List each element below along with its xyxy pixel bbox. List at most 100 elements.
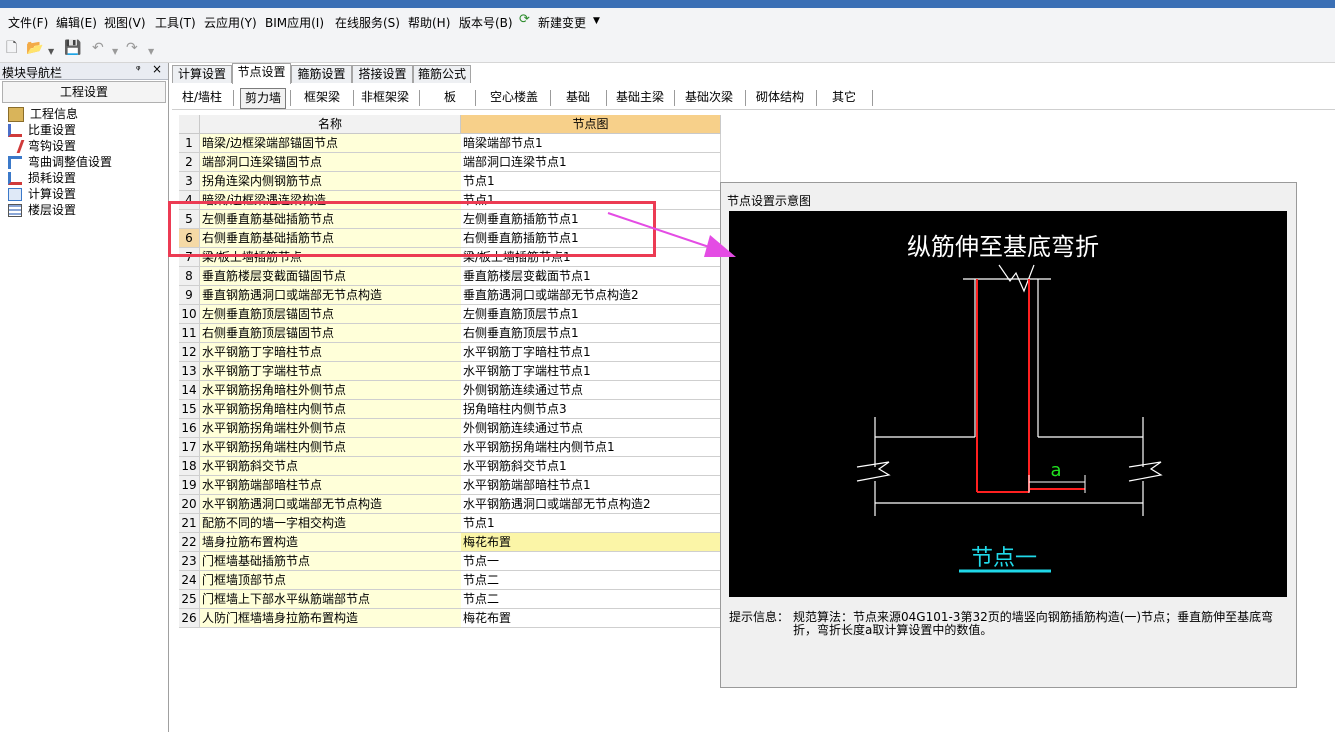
nav-item-hook[interactable]: 弯钩设置: [5, 138, 76, 154]
table-row[interactable]: 9 垂直钢筋遇洞口或端部无节点构造 垂直筋遇洞口或端部无节点构造2: [179, 286, 722, 305]
tab-node-settings[interactable]: 节点设置: [232, 63, 291, 84]
table-row[interactable]: 3 拐角连梁内侧钢筋节点 节点1: [179, 172, 722, 191]
subtab-column[interactable]: 柱/墙柱: [176, 88, 228, 107]
tab-stirrup-settings[interactable]: 箍筋设置: [291, 65, 352, 83]
menu-online[interactable]: 在线服务(S): [335, 14, 400, 31]
row-node-value[interactable]: 节点二: [461, 590, 721, 609]
row-node-value[interactable]: 端部洞口连梁节点1: [461, 153, 721, 172]
row-node-value[interactable]: 水平钢筋端部暗柱节点1: [461, 476, 721, 495]
table-row[interactable]: 10 左侧垂直筋顶层锚固节点 左侧垂直筋顶层节点1: [179, 305, 722, 324]
table-row[interactable]: 16 水平钢筋拐角端柱外侧节点 外侧钢筋连续通过节点: [179, 419, 722, 438]
row-node-value[interactable]: 水平钢筋丁字端柱节点1: [461, 362, 721, 381]
row-node-value[interactable]: 左侧垂直筋顶层节点1: [461, 305, 721, 324]
subtab-foundation-main-beam[interactable]: 基础主梁: [612, 88, 668, 107]
tab-calc-settings[interactable]: 计算设置: [172, 65, 232, 83]
subtab-non-frame-beam[interactable]: 非框架梁: [357, 88, 413, 107]
table-row[interactable]: 24 门框墙顶部节点 节点二: [179, 571, 722, 590]
chevron-down-icon[interactable]: ▼: [48, 44, 54, 60]
menu-new-change[interactable]: 新建变更: [538, 14, 586, 31]
menu-version[interactable]: 版本号(B): [459, 14, 513, 31]
subtab-foundation-sec-beam[interactable]: 基础次梁: [681, 88, 737, 107]
row-name: 水平钢筋遇洞口或端部无节点构造: [200, 495, 462, 514]
table-row[interactable]: 21 配筋不同的墙一字相交构造 节点1: [179, 514, 722, 533]
menu-edit[interactable]: 编辑(E): [56, 14, 97, 31]
row-name: 门框墙顶部节点: [200, 571, 462, 590]
close-icon[interactable]: ×: [152, 62, 162, 76]
row-node-value[interactable]: 水平钢筋拐角端柱内侧节点1: [461, 438, 721, 457]
row-number: 21: [179, 514, 200, 533]
row-name: 垂直筋楼层变截面锚固节点: [200, 267, 462, 286]
nav-item-loss[interactable]: 损耗设置: [8, 170, 76, 186]
save-icon[interactable]: 💾: [64, 40, 81, 56]
row-node-value[interactable]: 外侧钢筋连续通过节点: [461, 381, 721, 400]
table-row[interactable]: 15 水平钢筋拐角暗柱内侧节点 拐角暗柱内侧节点3: [179, 400, 722, 419]
table-row[interactable]: 17 水平钢筋拐角端柱内侧节点 水平钢筋拐角端柱内侧节点1: [179, 438, 722, 457]
nav-item-bend-adjust[interactable]: 弯曲调整值设置: [8, 154, 112, 170]
subtab-slab[interactable]: 板: [430, 88, 470, 107]
row-node-value[interactable]: 水平钢筋遇洞口或端部无节点构造2: [461, 495, 721, 514]
row-node-value[interactable]: 节点1: [461, 172, 721, 191]
table-row[interactable]: 19 水平钢筋端部暗柱节点 水平钢筋端部暗柱节点1: [179, 476, 722, 495]
chevron-down-icon[interactable]: ▼: [593, 16, 600, 26]
nav-item-project-info[interactable]: 工程信息: [8, 106, 78, 122]
row-node-value[interactable]: 右侧垂直筋顶层节点1: [461, 324, 721, 343]
menu-tools[interactable]: 工具(T): [155, 14, 196, 31]
nav-item-density[interactable]: 比重设置: [8, 122, 76, 138]
row-node-value[interactable]: 拐角暗柱内侧节点3: [461, 400, 721, 419]
table-row[interactable]: 11 右侧垂直筋顶层锚固节点 右侧垂直筋顶层节点1: [179, 324, 722, 343]
pin-icon[interactable]: ᵠ: [136, 63, 141, 76]
row-node-value[interactable]: 外侧钢筋连续通过节点: [461, 419, 721, 438]
row-number: 1: [179, 134, 200, 153]
table-row[interactable]: 25 门框墙上下部水平纵筋端部节点 节点二: [179, 590, 722, 609]
row-node-value[interactable]: 水平钢筋斜交节点1: [461, 457, 721, 476]
table-row[interactable]: 23 门框墙基础插筋节点 节点一: [179, 552, 722, 571]
open-folder-icon[interactable]: 📂: [26, 40, 43, 56]
table-row[interactable]: 18 水平钢筋斜交节点 水平钢筋斜交节点1: [179, 457, 722, 476]
chevron-down-icon[interactable]: ▼: [148, 44, 154, 60]
subtab-shear-wall[interactable]: 剪力墙: [240, 88, 286, 109]
subtab-hollow-floor[interactable]: 空心楼盖: [484, 88, 544, 107]
weight-icon: [8, 124, 22, 137]
menu-help[interactable]: 帮助(H): [408, 14, 450, 31]
row-node-value[interactable]: 水平钢筋丁字暗柱节点1: [461, 343, 721, 362]
node-label: 节点一: [971, 546, 1037, 571]
row-node-value[interactable]: 暗梁端部节点1: [461, 134, 721, 153]
nav-item-floor[interactable]: 楼层设置: [8, 202, 76, 218]
row-number: 15: [179, 400, 200, 419]
redo-icon[interactable]: ↷: [126, 40, 138, 56]
tab-lap-settings[interactable]: 搭接设置: [352, 65, 413, 83]
nav-item-calc[interactable]: 计算设置: [8, 186, 76, 202]
row-node-value[interactable]: 垂直筋遇洞口或端部无节点构造2: [461, 286, 721, 305]
nav-item-label: 损耗设置: [28, 171, 77, 185]
menu-file[interactable]: 文件(F): [8, 14, 48, 31]
table-row[interactable]: 13 水平钢筋丁字端柱节点 水平钢筋丁字端柱节点1: [179, 362, 722, 381]
chevron-down-icon[interactable]: ▼: [112, 44, 118, 60]
row-node-value[interactable]: 梅花布置: [461, 533, 721, 552]
table-row[interactable]: 14 水平钢筋拐角暗柱外侧节点 外侧钢筋连续通过节点: [179, 381, 722, 400]
row-node-value[interactable]: 节点一: [461, 552, 721, 571]
subtab-foundation[interactable]: 基础: [558, 88, 598, 107]
row-node-value[interactable]: 节点二: [461, 571, 721, 590]
table-row[interactable]: 20 水平钢筋遇洞口或端部无节点构造 水平钢筋遇洞口或端部无节点构造2: [179, 495, 722, 514]
undo-icon[interactable]: ↶: [92, 40, 104, 56]
table-row[interactable]: 22 墙身拉筋布置构造 梅花布置: [179, 533, 722, 552]
new-file-icon[interactable]: 🗋: [6, 40, 17, 56]
menu-view[interactable]: 视图(V): [104, 14, 146, 31]
table-row[interactable]: 8 垂直筋楼层变截面锚固节点 垂直筋楼层变截面节点1: [179, 267, 722, 286]
menu-cloud[interactable]: 云应用(Y): [204, 14, 257, 31]
floor-icon: [8, 204, 22, 217]
table-row[interactable]: 2 端部洞口连梁锚固节点 端部洞口连梁节点1: [179, 153, 722, 172]
table-row[interactable]: 12 水平钢筋丁字暗柱节点 水平钢筋丁字暗柱节点1: [179, 343, 722, 362]
table-row[interactable]: 26 人防门框墙墙身拉筋布置构造 梅花布置: [179, 609, 722, 628]
subtab-frame-beam[interactable]: 框架梁: [296, 88, 348, 107]
row-node-value[interactable]: 垂直筋楼层变截面节点1: [461, 267, 721, 286]
nav-group-project-settings[interactable]: 工程设置: [2, 81, 166, 103]
table-row[interactable]: 1 暗梁/边框梁端部锚固节点 暗梁端部节点1: [179, 134, 722, 153]
row-node-value[interactable]: 梅花布置: [461, 609, 721, 628]
row-node-value[interactable]: 节点1: [461, 514, 721, 533]
tab-stirrup-formula[interactable]: 箍筋公式: [413, 65, 471, 83]
subtab-masonry[interactable]: 砌体结构: [752, 88, 808, 107]
menu-bim[interactable]: BIM应用(I): [265, 14, 324, 31]
subtab-other[interactable]: 其它: [824, 88, 864, 107]
row-number: 14: [179, 381, 200, 400]
